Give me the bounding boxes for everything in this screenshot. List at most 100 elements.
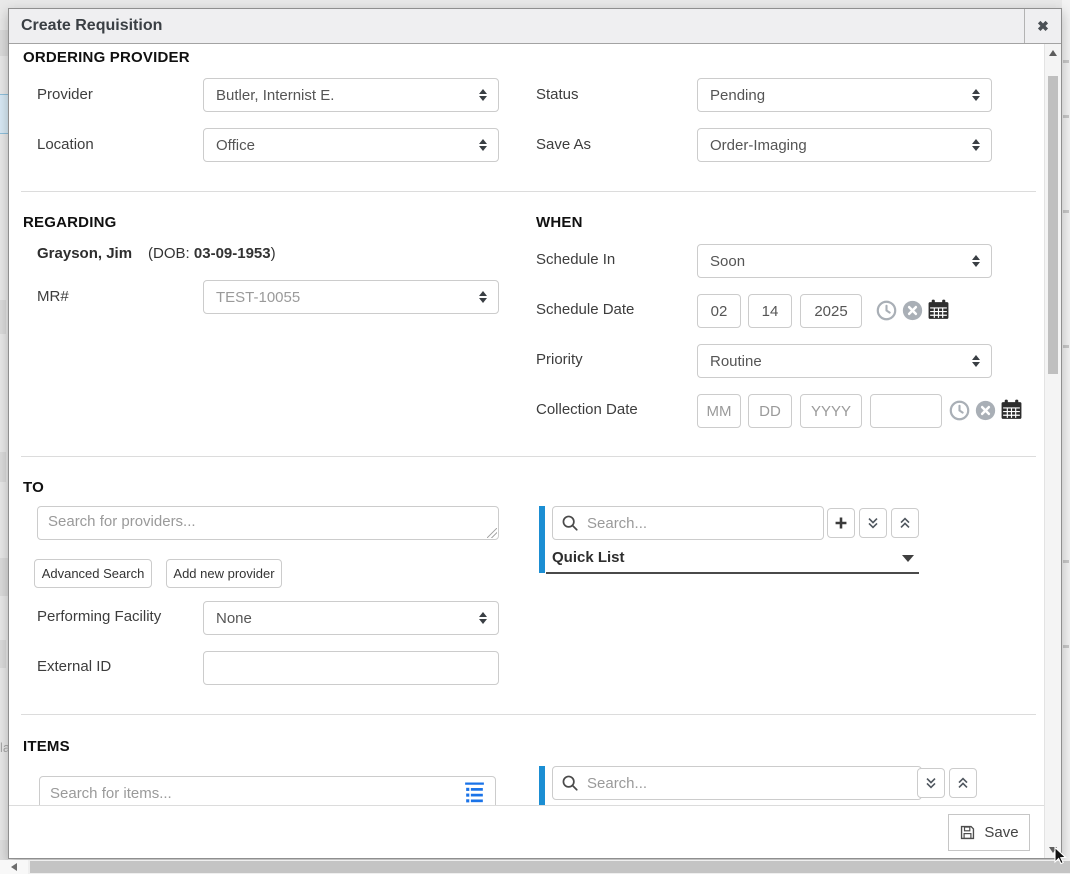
schedule-in-label: Schedule In	[536, 251, 615, 268]
performing-facility-select[interactable]: None	[203, 601, 499, 635]
items-quick-search	[552, 766, 922, 800]
background-artifact	[0, 840, 8, 860]
when-heading: WHEN	[536, 214, 583, 231]
add-provider-list-button[interactable]	[827, 508, 855, 538]
triangle-up-icon	[1049, 50, 1057, 56]
schedule-day-input[interactable]	[748, 294, 792, 328]
updown-caret-icon	[479, 291, 487, 303]
performing-facility-label: Performing Facility	[37, 608, 161, 625]
background-artifact	[0, 640, 6, 668]
expand-all-button[interactable]	[859, 508, 887, 538]
quick-list-caret-icon[interactable]	[902, 555, 914, 562]
double-chevron-down-icon	[923, 775, 939, 791]
to-heading: TO	[23, 479, 44, 496]
items-quick-search-input[interactable]	[552, 766, 922, 800]
provider-search-textarea[interactable]	[37, 506, 499, 540]
calendar-icon[interactable]	[927, 298, 950, 321]
patient-info: Grayson, Jim (DOB: 03-09-1953)	[37, 245, 276, 262]
scroll-down-button[interactable]	[1045, 841, 1061, 858]
add-new-provider-button[interactable]: Add new provider	[166, 559, 282, 588]
provider-select-value: Butler, Internist E.	[216, 87, 334, 104]
save-button-label: Save	[984, 824, 1018, 841]
clock-icon[interactable]	[949, 400, 970, 421]
dialog-body: ORDERING PROVIDER Provider Butler, Inter…	[9, 44, 1044, 858]
collection-year-input[interactable]	[800, 394, 862, 428]
schedule-date-label: Schedule Date	[536, 301, 634, 318]
priority-select[interactable]: Routine	[697, 344, 992, 378]
location-select-value: Office	[216, 137, 255, 154]
horizontal-scrollbar-thumb[interactable]	[30, 861, 1070, 873]
provider-label: Provider	[37, 86, 93, 103]
vertical-scrollbar[interactable]	[1044, 44, 1061, 858]
collection-date-label: Collection Date	[536, 401, 638, 418]
schedule-month-input[interactable]	[697, 294, 741, 328]
quick-list-header[interactable]: Quick List	[552, 549, 625, 566]
collection-month-input[interactable]	[697, 394, 741, 428]
calendar-icon[interactable]	[1000, 398, 1023, 421]
save-as-select[interactable]: Order-Imaging	[697, 128, 992, 162]
list-icon[interactable]	[462, 780, 487, 805]
background-artifact	[0, 30, 8, 56]
triangle-down-icon	[1049, 847, 1057, 853]
performing-facility-select-value: None	[216, 610, 252, 627]
accent-bar	[539, 766, 545, 805]
advanced-search-button[interactable]: Advanced Search	[34, 559, 152, 588]
resize-grip[interactable]	[487, 528, 497, 538]
updown-caret-icon	[972, 89, 980, 101]
schedule-in-select-value: Soon	[710, 253, 745, 270]
external-id-input[interactable]	[203, 651, 499, 685]
items-heading: ITEMS	[23, 738, 70, 755]
collapse-all-button[interactable]	[891, 508, 919, 538]
schedule-year-input[interactable]	[800, 294, 862, 328]
location-label: Location	[37, 136, 94, 153]
schedule-in-select[interactable]: Soon	[697, 244, 992, 278]
dialog-footer: Save	[9, 805, 1044, 858]
close-button[interactable]: ✖	[1024, 9, 1061, 43]
collapse-all-button[interactable]	[949, 768, 977, 798]
scroll-left-button[interactable]	[0, 860, 28, 874]
collection-time-input[interactable]	[870, 394, 942, 428]
save-icon	[959, 824, 976, 841]
clock-icon[interactable]	[876, 300, 897, 321]
accent-bar	[539, 506, 545, 573]
mr-select-value: TEST-10055	[216, 289, 300, 306]
create-requisition-dialog: Create Requisition ✖ ORDERING PROVIDER P…	[8, 8, 1062, 859]
vertical-scrollbar-thumb[interactable]	[1048, 76, 1058, 374]
horizontal-scrollbar[interactable]	[0, 860, 1070, 874]
clear-date-icon[interactable]	[902, 300, 923, 321]
scroll-up-button[interactable]	[1045, 44, 1061, 61]
double-chevron-down-icon	[865, 515, 881, 531]
updown-caret-icon	[972, 255, 980, 267]
to-quick-search	[552, 506, 824, 540]
mr-select[interactable]: TEST-10055	[203, 280, 499, 314]
plus-icon	[833, 515, 849, 531]
mr-label: MR#	[37, 288, 69, 305]
dialog-title: Create Requisition	[21, 17, 162, 35]
updown-caret-icon	[479, 89, 487, 101]
quick-list-underline	[546, 572, 919, 574]
save-button[interactable]: Save	[948, 814, 1030, 851]
double-chevron-up-icon	[955, 775, 971, 791]
items-search-input[interactable]	[39, 776, 496, 805]
updown-caret-icon	[479, 139, 487, 151]
section-divider	[21, 456, 1036, 457]
background-artifact	[0, 452, 6, 482]
status-select-value: Pending	[710, 87, 765, 104]
updown-caret-icon	[479, 612, 487, 624]
clear-date-icon[interactable]	[975, 400, 996, 421]
collection-day-input[interactable]	[748, 394, 792, 428]
expand-all-button[interactable]	[917, 768, 945, 798]
updown-caret-icon	[972, 355, 980, 367]
background-artifact	[1062, 0, 1070, 874]
priority-select-value: Routine	[710, 353, 762, 370]
to-quick-search-input[interactable]	[552, 506, 824, 540]
updown-caret-icon	[972, 139, 980, 151]
section-divider	[21, 714, 1036, 715]
location-select[interactable]: Office	[203, 128, 499, 162]
status-select[interactable]: Pending	[697, 78, 992, 112]
provider-select[interactable]: Butler, Internist E.	[203, 78, 499, 112]
patient-dob: (DOB: 03-09-1953)	[148, 245, 276, 262]
priority-label: Priority	[536, 351, 583, 368]
background-artifact	[0, 300, 6, 334]
patient-name: Grayson, Jim	[37, 245, 132, 262]
